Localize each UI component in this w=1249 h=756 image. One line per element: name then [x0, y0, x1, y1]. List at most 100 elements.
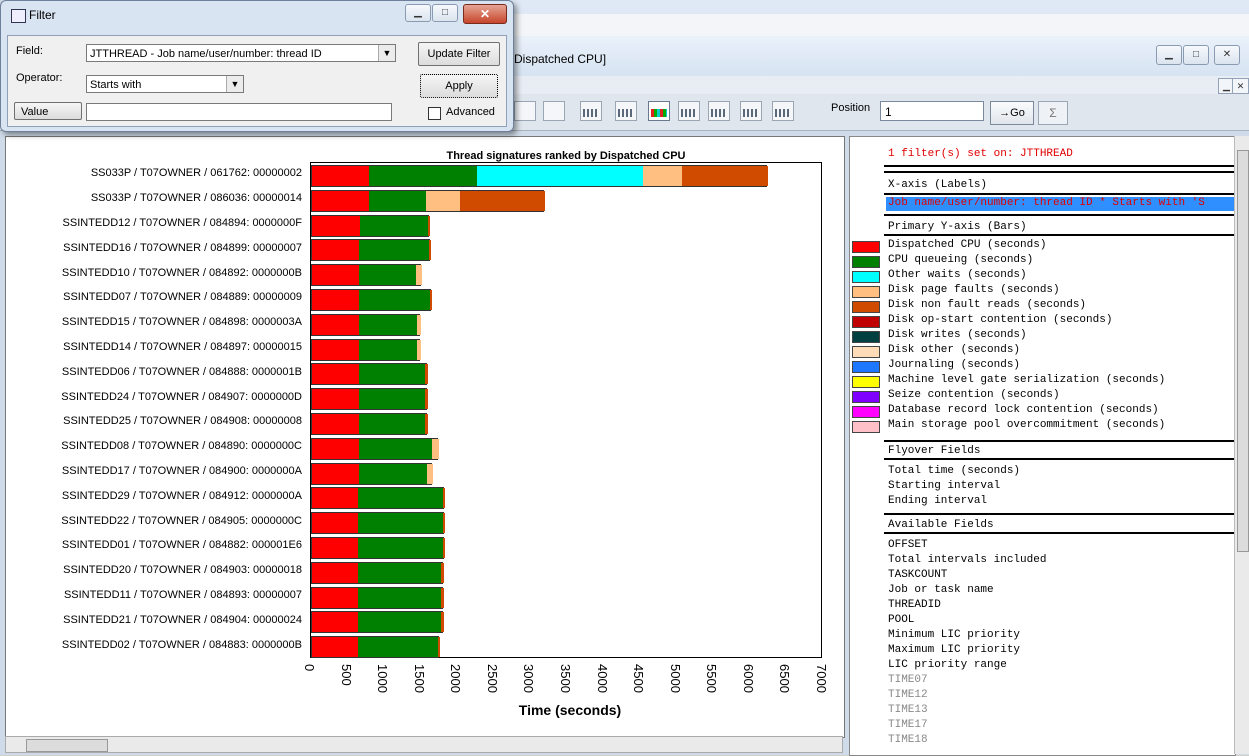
available-field[interactable]: Job or task name [888, 584, 994, 596]
bar-segment[interactable] [312, 438, 359, 459]
bar-segment[interactable] [441, 612, 444, 633]
sum-button[interactable]: Σ [1038, 101, 1068, 125]
available-field[interactable]: Maximum LIC priority [888, 644, 1020, 656]
stacked-bar[interactable] [311, 338, 421, 361]
bar-segment[interactable] [416, 314, 421, 335]
bar-segment[interactable] [312, 339, 359, 360]
available-field-disabled[interactable]: TIME18 [888, 734, 928, 746]
stacked-bar[interactable] [311, 586, 444, 609]
bar-segment[interactable] [425, 389, 428, 410]
close-window-button[interactable]: ✕ [1214, 45, 1240, 65]
stacked-bars-icon[interactable] [648, 101, 670, 121]
available-field-disabled[interactable]: TIME17 [888, 719, 928, 731]
flyover-field[interactable]: Starting interval [888, 480, 1000, 492]
legend-item[interactable]: Disk page faults (seconds) [888, 284, 1060, 296]
dialog-close-button[interactable]: ✕ [463, 4, 507, 24]
position-input[interactable]: 1 [880, 101, 984, 121]
vertical-scrollbar[interactable] [1234, 136, 1249, 754]
bar-segment[interactable] [358, 413, 426, 434]
bar-segment[interactable] [358, 438, 432, 459]
bar-segment[interactable] [358, 339, 417, 360]
legend-item[interactable]: Seize contention (seconds) [888, 389, 1060, 401]
bar-segment[interactable] [369, 165, 477, 186]
bar-segment[interactable] [442, 537, 446, 558]
available-field[interactable]: Minimum LIC priority [888, 629, 1020, 641]
available-field[interactable]: Total intervals included [888, 554, 1046, 566]
stacked-bar[interactable] [311, 437, 439, 460]
bar-segment[interactable] [312, 215, 360, 236]
bars-delta-dropdown-icon[interactable] [772, 101, 794, 121]
bar-segment[interactable] [358, 562, 442, 583]
legend-item[interactable]: Disk other (seconds) [888, 344, 1020, 356]
horizontal-scroll-thumb[interactable] [26, 739, 108, 752]
bar-segment[interactable] [358, 513, 443, 534]
bar-segment[interactable] [441, 587, 444, 608]
bar-segment[interactable] [358, 364, 426, 385]
stacked-bar[interactable] [311, 536, 446, 559]
bar-segment[interactable] [312, 562, 359, 583]
legend-item[interactable]: Database record lock contention (seconds… [888, 404, 1159, 416]
dialog-maximize-button[interactable]: □ [432, 4, 458, 22]
stacked-bar[interactable] [311, 487, 446, 510]
bar-segment[interactable] [358, 488, 443, 509]
field-combobox[interactable]: JTTHREAD - Job name/user/number: thread … [86, 44, 396, 62]
bar-segment[interactable] [437, 637, 440, 658]
bar-segment[interactable] [312, 190, 370, 211]
bar-segment[interactable] [358, 637, 438, 658]
bar-segment[interactable] [358, 389, 426, 410]
go-button[interactable]: →Go [990, 101, 1034, 125]
stacked-bar[interactable] [311, 636, 440, 659]
legend-item[interactable]: Disk non fault reads (seconds) [888, 299, 1086, 311]
maximize-window-button[interactable]: □ [1183, 45, 1209, 65]
bar-segment[interactable] [442, 513, 446, 534]
bar-segment[interactable] [429, 289, 432, 310]
bar-segment[interactable] [359, 215, 428, 236]
operator-combobox[interactable]: Starts with ▼ [86, 75, 244, 93]
stacked-bar[interactable] [311, 462, 433, 485]
available-field[interactable]: LIC priority range [888, 659, 1007, 671]
stacked-bar[interactable] [311, 164, 769, 187]
chevron-down-icon[interactable]: ▼ [226, 76, 243, 92]
bar-segment[interactable] [312, 587, 359, 608]
stacked-bar[interactable] [311, 512, 446, 535]
bar-segment[interactable] [429, 240, 432, 261]
horizontal-scrollbar[interactable] [5, 736, 843, 753]
bar-segment[interactable] [312, 289, 359, 310]
stacked-bar[interactable] [311, 239, 432, 262]
stacked-bar[interactable] [311, 561, 444, 584]
legend-item[interactable]: CPU queueing (seconds) [888, 254, 1033, 266]
stacked-bar[interactable] [311, 363, 428, 386]
bar-segment[interactable] [312, 165, 370, 186]
stacked-bar[interactable] [311, 313, 421, 336]
legend-item[interactable]: Disk op-start contention (seconds) [888, 314, 1112, 326]
available-field[interactable]: THREADID [888, 599, 941, 611]
legend-item[interactable]: Disk writes (seconds) [888, 329, 1027, 341]
flyover-field[interactable]: Ending interval [888, 495, 987, 507]
page-icon[interactable] [543, 101, 565, 121]
bar-segment[interactable] [358, 289, 430, 310]
bar-segment[interactable] [358, 612, 442, 633]
bars-horizontal-icon[interactable] [708, 101, 730, 121]
flyover-field[interactable]: Total time (seconds) [888, 465, 1020, 477]
stacked-bar[interactable] [311, 412, 428, 435]
available-field-disabled[interactable]: TIME07 [888, 674, 928, 686]
bar-segment[interactable] [369, 190, 427, 211]
vertical-scroll-thumb[interactable] [1237, 150, 1249, 552]
stacked-bar[interactable] [311, 214, 430, 237]
bar-segment[interactable] [358, 587, 442, 608]
legend-item[interactable]: Main storage pool overcommitment (second… [888, 419, 1165, 431]
bar-segment[interactable] [312, 265, 359, 286]
bar-segment[interactable] [642, 165, 683, 186]
bars-vertical-icon[interactable] [740, 101, 762, 121]
available-field-disabled[interactable]: TIME12 [888, 689, 928, 701]
advanced-checkbox[interactable] [428, 107, 441, 120]
bar-segment[interactable] [460, 190, 545, 211]
bar-segment[interactable] [441, 562, 444, 583]
bar-segment[interactable] [427, 215, 430, 236]
stacked-bar[interactable] [311, 611, 444, 634]
bars-wide-icon[interactable] [615, 101, 637, 121]
bar-segment[interactable] [416, 339, 421, 360]
bar-segment[interactable] [426, 463, 433, 484]
stacked-bar[interactable] [311, 264, 422, 287]
bar-segment[interactable] [358, 537, 443, 558]
